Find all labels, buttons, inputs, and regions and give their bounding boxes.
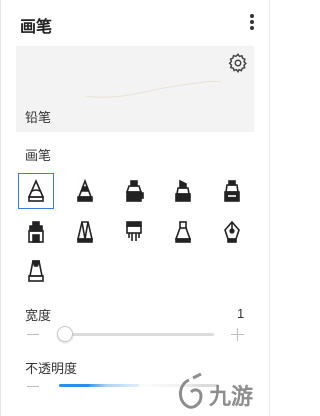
width-slider-thumb[interactable] [57,326,73,342]
wide-marker-brush-icon[interactable] [214,173,250,209]
panel-title: 画笔 [20,17,53,36]
cone-brush-icon[interactable] [67,173,103,209]
brush-preview: 铅笔 [16,46,254,132]
width-label: 宽度 [25,309,52,324]
preview-stroke [85,80,222,98]
brushes-section-label: 画笔 [25,149,52,164]
watermark-text: 九游 [208,384,253,410]
brush-panel: 画笔 铅笔 画笔 宽度 1 不透明度 九游 [0,0,270,416]
width-increase-icon[interactable] [231,328,244,341]
ink-bottle-brush-icon[interactable] [18,214,54,250]
gear-icon[interactable] [227,52,249,74]
width-decrease-icon[interactable] [27,334,39,335]
paint-brush-icon[interactable] [116,214,152,250]
pencil-brush-icon[interactable] [18,173,54,209]
opacity-decrease-icon[interactable] [27,386,39,387]
fountain-pen-brush-icon[interactable] [214,214,250,250]
chisel-marker-brush-icon[interactable] [165,173,201,209]
width-value: 1 [237,306,245,321]
opacity-label: 不透明度 [25,362,78,377]
calligraphy-brush-icon[interactable] [67,214,103,250]
crayon-brush-icon[interactable] [18,253,54,289]
more-options-icon[interactable] [247,12,257,34]
marker-brush-icon[interactable] [116,173,152,209]
width-slider-track[interactable] [61,333,214,336]
preview-brush-name: 铅笔 [25,111,52,126]
flat-brush-icon[interactable] [165,214,201,250]
watermark-logo: 九游 [171,370,271,416]
panel-header: 画笔 [1,0,271,46]
